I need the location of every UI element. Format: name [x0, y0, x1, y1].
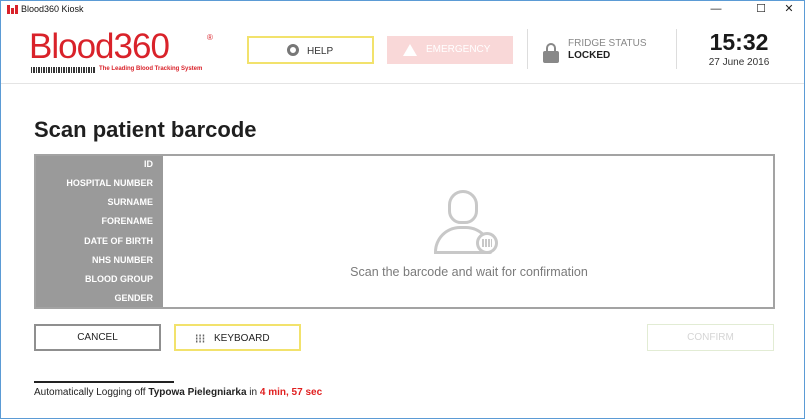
header-divider	[527, 29, 528, 69]
minimize-button[interactable]: —	[701, 1, 731, 19]
warning-icon	[403, 44, 417, 56]
logo-text: Blood360	[29, 27, 170, 66]
logo-tagline: The Leading Blood Tracking System	[99, 66, 203, 72]
patient-field-labels: ID HOSPITAL NUMBER SURNAME FORENAME DATE…	[36, 156, 163, 307]
app-icon	[7, 5, 18, 14]
field-label-gender: GENDER	[114, 293, 153, 303]
lock-icon	[543, 43, 559, 63]
page-title: Scan patient barcode	[34, 117, 257, 142]
field-label-forename: FORENAME	[101, 216, 154, 226]
lifebuoy-icon	[287, 44, 299, 56]
fridge-status: FRIDGE STATUS LOCKED	[541, 36, 671, 68]
auto-logoff-notice: Automatically Logging off Typowa Pielegn…	[34, 387, 322, 398]
emergency-label: EMERGENCY	[426, 44, 491, 55]
logoff-progress-bar	[34, 381, 174, 383]
title-bar: Blood360 Kiosk — ☐ ✕	[1, 1, 804, 19]
help-label: HELP	[307, 46, 334, 57]
close-button[interactable]: ✕	[774, 1, 804, 19]
header-divider	[676, 29, 677, 69]
keyboard-label: KEYBOARD	[214, 333, 270, 344]
kiosk-window: Blood360 Kiosk — ☐ ✕ Blood360 ® The Lead…	[0, 0, 805, 419]
clock: 15:32 27 June 2016	[684, 29, 794, 73]
help-button[interactable]: HELP	[247, 36, 374, 64]
app-header: Blood360 ® The Leading Blood Tracking Sy…	[1, 19, 804, 83]
user-barcode-icon	[432, 190, 506, 260]
logo-registered-mark: ®	[207, 33, 213, 42]
fridge-status-value: LOCKED	[568, 50, 611, 61]
field-label-nhs-number: NHS NUMBER	[91, 255, 153, 265]
field-label-surname: SURNAME	[107, 197, 153, 207]
logoff-user: Typowa Pielegniarka	[148, 387, 247, 398]
field-label-hospital-number: HOSPITAL NUMBER	[66, 178, 153, 188]
blood360-logo: Blood360 ® The Leading Blood Tracking Sy…	[29, 27, 219, 77]
logoff-prefix: Automatically Logging off	[34, 387, 149, 398]
maximize-button[interactable]: ☐	[746, 1, 776, 19]
scan-instruction: Scan the barcode and wait for confirmati…	[350, 265, 588, 279]
keyboard-button[interactable]: KEYBOARD	[174, 324, 301, 351]
logoff-countdown: 4 min, 57 sec	[259, 387, 323, 398]
barcode-icon	[31, 67, 95, 73]
window-title: Blood360 Kiosk	[21, 4, 84, 14]
field-label-id: ID	[144, 159, 153, 169]
clock-date: 27 June 2016	[708, 57, 770, 68]
logoff-middle: in	[246, 387, 260, 398]
fridge-status-label: FRIDGE STATUS	[568, 38, 647, 49]
cancel-button[interactable]: CANCEL	[34, 324, 161, 351]
emergency-button[interactable]: EMERGENCY	[387, 36, 513, 64]
field-label-blood-group: BLOOD GROUP	[84, 274, 153, 284]
keyboard-icon	[195, 334, 205, 343]
clock-time: 15:32	[709, 29, 769, 55]
confirm-button[interactable]: CONFIRM	[647, 324, 774, 351]
header-separator	[1, 83, 804, 84]
field-label-date-of-birth: DATE OF BIRTH	[84, 236, 153, 246]
patient-details-panel: ID HOSPITAL NUMBER SURNAME FORENAME DATE…	[34, 154, 775, 309]
